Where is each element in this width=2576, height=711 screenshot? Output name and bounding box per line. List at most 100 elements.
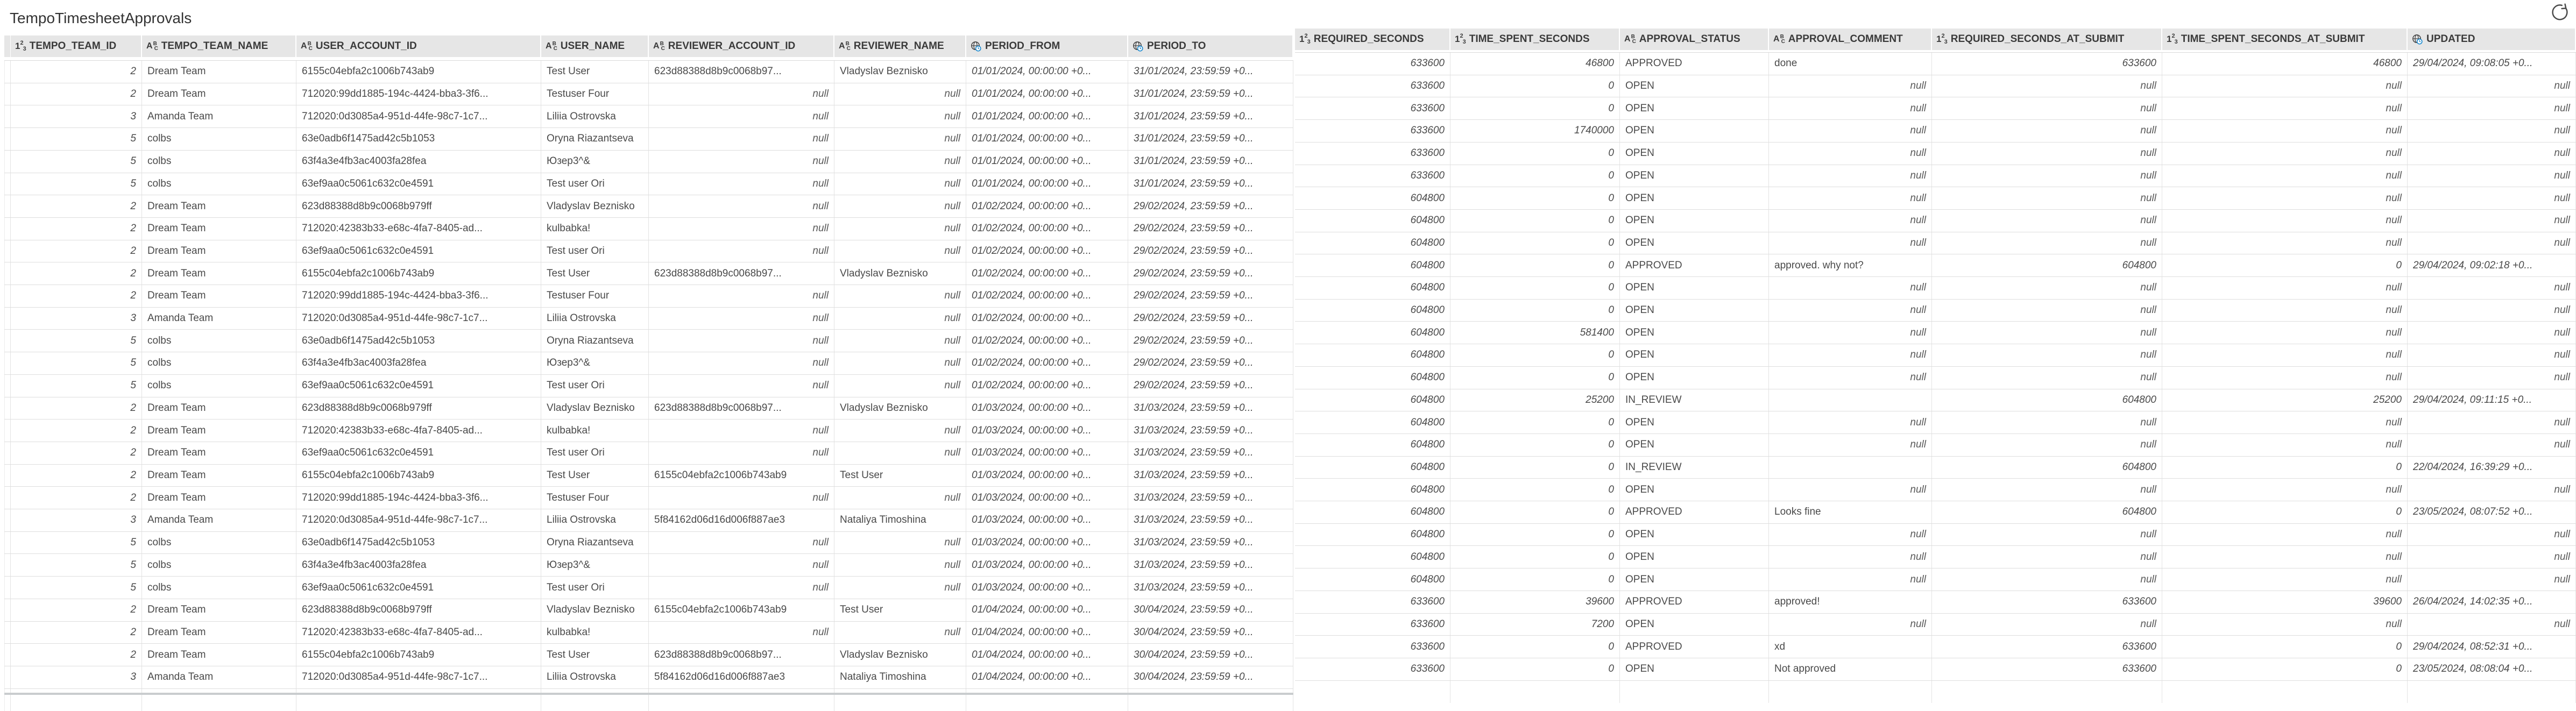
cell-user_account_id[interactable]: 623d88388d8b9c0068b979ff [296, 195, 541, 217]
cell-reviewer_account_id[interactable]: null [649, 330, 834, 352]
cell-reviewer_account_id[interactable]: 5f84162d06d16d006f887ae3 [649, 666, 834, 688]
cell-tempo_team_id[interactable]: 5 [11, 352, 142, 374]
cell-user_name[interactable]: Test user Ori [541, 240, 649, 262]
cell-time_spent_seconds[interactable]: 0 [1450, 546, 1620, 568]
cell-reviewer_account_id[interactable]: null [649, 420, 834, 442]
cell-user_name[interactable]: Юзер3^& [541, 352, 649, 374]
cell-tempo_team_id[interactable]: 2 [11, 240, 142, 262]
cell-time_spent_seconds_at_submit[interactable]: null [2162, 165, 2408, 187]
cell-tempo_team_name[interactable]: Dream Team [142, 83, 296, 105]
cell-approval_comment[interactable]: approved. why not? [1769, 254, 1932, 276]
cell-approval_status[interactable]: OPEN [1620, 568, 1769, 591]
cell-reviewer_name[interactable]: null [834, 330, 966, 352]
cell-reviewer_name[interactable]: Test User [834, 465, 966, 487]
cell-time_spent_seconds[interactable]: 0 [1450, 367, 1620, 389]
cell-updated[interactable]: null [2408, 277, 2576, 299]
cell-reviewer_name[interactable]: null [834, 442, 966, 464]
cell-user_name[interactable]: Oryna Riazantseva [541, 330, 649, 352]
cell-period_from[interactable]: 01/01/2024, 00:00:00 +0... [966, 105, 1128, 127]
cell-tempo_team_id[interactable]: 2 [11, 218, 142, 240]
cell-approval_comment[interactable]: Looks fine [1769, 501, 1932, 523]
cell-approval_status[interactable]: OPEN [1620, 210, 1769, 232]
cell-time_spent_seconds_at_submit[interactable]: 0 [2162, 636, 2408, 658]
cell-reviewer_account_id[interactable]: null [649, 83, 834, 105]
cell-approval_status[interactable]: OPEN [1620, 165, 1769, 187]
cell-user_name[interactable]: kulbabka! [541, 622, 649, 644]
cell-reviewer_name[interactable]: Vladyslav Beznisko [834, 397, 966, 420]
cell-approval_status[interactable]: OPEN [1620, 658, 1769, 680]
cell-approval_status[interactable]: OPEN [1620, 367, 1769, 389]
cell-tempo_team_id[interactable]: 2 [11, 420, 142, 442]
cell-reviewer_name[interactable]: null [834, 352, 966, 374]
cell-approval_status[interactable]: OPEN [1620, 300, 1769, 322]
cell-time_spent_seconds[interactable]: 0 [1450, 254, 1620, 276]
cell-tempo_team_name[interactable]: colbs [142, 151, 296, 173]
cell-period_from[interactable]: 01/04/2024, 00:00:00 +0... [966, 622, 1128, 644]
cell-period_to[interactable]: 31/01/2024, 23:59:59 +0... [1128, 128, 1293, 150]
cell-period_to[interactable]: 30/04/2024, 23:59:59 +0... [1128, 644, 1293, 666]
cell-reviewer_account_id[interactable]: null [649, 240, 834, 262]
cell-user_name[interactable]: Test User [541, 465, 649, 487]
cell-required_seconds[interactable]: 633600 [1295, 143, 1450, 165]
cell-updated[interactable]: null [2408, 322, 2576, 344]
cell-approval_comment[interactable]: null [1769, 120, 1932, 142]
cell-reviewer_account_id[interactable]: 6155c04ebfa2c1006b743ab9 [649, 465, 834, 487]
cell-user_account_id[interactable]: 623d88388d8b9c0068b979ff [296, 599, 541, 621]
cell-required_seconds[interactable]: 604800 [1295, 546, 1450, 568]
cell-time_spent_seconds_at_submit[interactable]: null [2162, 277, 2408, 299]
cell-user_account_id[interactable]: 63f4a3e4fb3ac4003fa28fea [296, 352, 541, 374]
cell-required_seconds[interactable]: 604800 [1295, 210, 1450, 232]
cell-tempo_team_id[interactable]: 2 [11, 442, 142, 464]
cell-reviewer_account_id[interactable]: null [649, 577, 834, 599]
cell-required_seconds_at_submit[interactable]: 633600 [1932, 53, 2162, 75]
cell-reviewer_account_id[interactable]: null [649, 285, 834, 307]
cell-reviewer_account_id[interactable]: 623d88388d8b9c0068b97... [649, 397, 834, 420]
cell-period_to[interactable]: 31/01/2024, 23:59:59 +0... [1128, 83, 1293, 105]
cell-reviewer_name[interactable]: null [834, 195, 966, 217]
column-header-time_spent_seconds[interactable]: 123TIME_SPENT_SECONDS [1450, 29, 1620, 50]
cell-time_spent_seconds[interactable]: 0 [1450, 210, 1620, 232]
cell-time_spent_seconds[interactable]: 581400 [1450, 322, 1620, 344]
cell-updated[interactable]: null [2408, 568, 2576, 591]
cell-tempo_team_name[interactable]: Dream Team [142, 420, 296, 442]
cell-approval_comment[interactable]: Not approved [1769, 658, 1932, 680]
cell-time_spent_seconds[interactable]: 0 [1450, 187, 1620, 209]
cell-approval_comment[interactable]: null [1769, 143, 1932, 165]
cell-period_from[interactable]: 01/01/2024, 00:00:00 +0... [966, 83, 1128, 105]
cell-period_from[interactable]: 01/02/2024, 00:00:00 +0... [966, 308, 1128, 330]
cell-reviewer_name[interactable]: null [834, 240, 966, 262]
cell-tempo_team_name[interactable]: colbs [142, 128, 296, 150]
cell-approval_comment[interactable]: null [1769, 546, 1932, 568]
cell-required_seconds[interactable]: 604800 [1295, 501, 1450, 523]
cell-reviewer_account_id[interactable]: 5f84162d06d16d006f887ae3 [649, 509, 834, 531]
cell-approval_comment[interactable]: null [1769, 411, 1932, 433]
cell-time_spent_seconds_at_submit[interactable]: null [2162, 568, 2408, 591]
horizontal-scrollbar[interactable] [4, 693, 1293, 695]
cell-time_spent_seconds_at_submit[interactable]: null [2162, 479, 2408, 501]
cell-user_account_id[interactable]: 712020:0d3085a4-951d-44fe-98c7-1c7... [296, 666, 541, 688]
cell-required_seconds[interactable]: 633600 [1295, 53, 1450, 75]
cell-tempo_team_id[interactable]: 2 [11, 61, 142, 83]
cell-tempo_team_id[interactable]: 3 [11, 509, 142, 531]
cell-required_seconds_at_submit[interactable]: null [1932, 300, 2162, 322]
cell-updated[interactable]: null [2408, 344, 2576, 366]
cell-period_from[interactable]: 01/02/2024, 00:00:00 +0... [966, 262, 1128, 285]
cell-period_from[interactable]: 01/01/2024, 00:00:00 +0... [966, 173, 1128, 195]
cell-reviewer_name[interactable]: null [834, 487, 966, 509]
cell-approval_comment[interactable]: null [1769, 97, 1932, 119]
cell-period_to[interactable]: 30/04/2024, 23:59:59 +0... [1128, 622, 1293, 644]
cell-period_from[interactable]: 01/03/2024, 00:00:00 +0... [966, 465, 1128, 487]
cell-user_account_id[interactable]: 63ef9aa0c5061c632c0e4591 [296, 240, 541, 262]
cell-updated[interactable]: 23/05/2024, 08:07:52 +0... [2408, 501, 2576, 523]
cell-time_spent_seconds_at_submit[interactable]: null [2162, 300, 2408, 322]
cell-reviewer_name[interactable]: null [834, 420, 966, 442]
column-header-time_spent_seconds_at_submit[interactable]: 123TIME_SPENT_SECONDS_AT_SUBMIT [2162, 29, 2408, 50]
cell-time_spent_seconds_at_submit[interactable]: 0 [2162, 658, 2408, 680]
cell-time_spent_seconds[interactable]: 0 [1450, 524, 1620, 546]
column-header-updated[interactable]: UPDATED [2408, 29, 2576, 50]
cell-tempo_team_name[interactable]: Dream Team [142, 599, 296, 621]
cell-tempo_team_name[interactable]: Dream Team [142, 397, 296, 420]
cell-time_spent_seconds_at_submit[interactable]: null [2162, 322, 2408, 344]
cell-updated[interactable]: 29/04/2024, 09:02:18 +0... [2408, 254, 2576, 276]
cell-period_to[interactable]: 29/02/2024, 23:59:59 +0... [1128, 218, 1293, 240]
